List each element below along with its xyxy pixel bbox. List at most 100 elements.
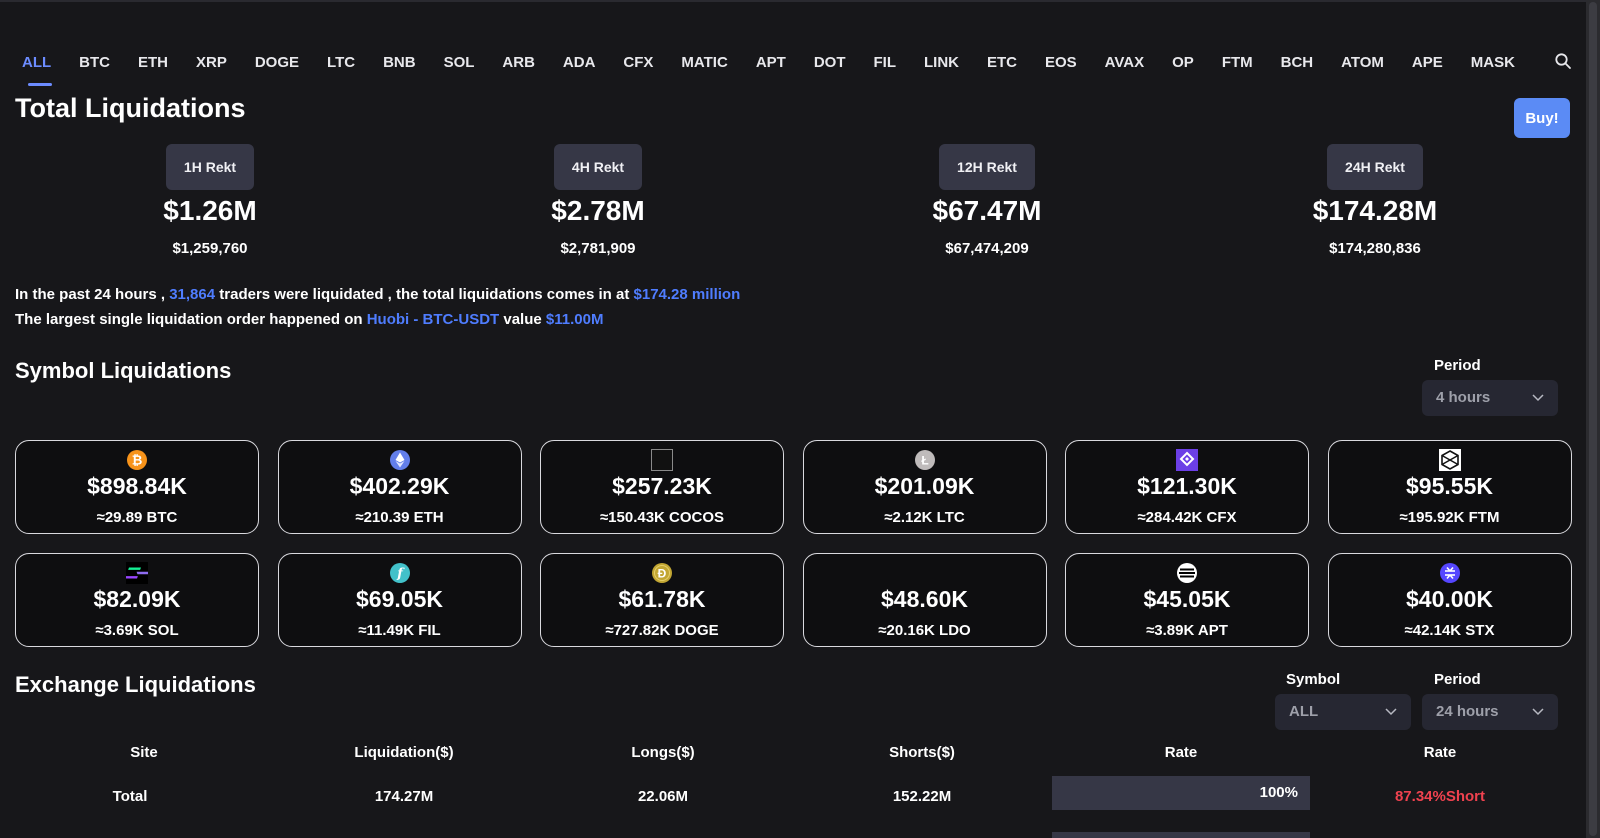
summary-text: value — [503, 311, 542, 328]
symbol-card[interactable]: Ł $201.09K ≈2.12K LTC — [802, 440, 1047, 534]
row-longs: 22.06M — [637, 788, 689, 805]
dogecoin-icon: Ð — [651, 562, 673, 584]
card-usd-value: $45.05K — [1143, 586, 1231, 612]
tab-fil[interactable]: FIL — [873, 50, 924, 90]
card-coin-amount: ≈284.42K CFX — [1137, 509, 1237, 526]
exchange-period-select[interactable]: 24 hours — [1422, 694, 1558, 730]
symbol-card[interactable]: $95.55K ≈195.92K FTM — [1327, 440, 1572, 534]
tab-link[interactable]: LINK — [924, 50, 987, 90]
card-coin-amount: ≈2.12K LTC — [884, 509, 965, 526]
symbol-card[interactable]: $48.60K ≈20.16K LDO — [802, 553, 1047, 647]
rekt-24h: 24H Rekt $174.28M $174,280,836 — [1255, 144, 1495, 257]
rekt-short-value: $2.78M — [551, 195, 645, 226]
row-shorts: 152.22M — [892, 788, 952, 805]
top-divider — [0, 0, 1600, 2]
tab-xrp[interactable]: XRP — [196, 50, 255, 90]
tab-matic[interactable]: MATIC — [681, 50, 755, 90]
exchange-liquidations-title: Exchange Liquidations — [15, 672, 256, 697]
tab-avax[interactable]: AVAX — [1105, 50, 1172, 90]
tab-arb[interactable]: ARB — [502, 50, 563, 90]
svg-text:₿: ₿ — [132, 453, 143, 468]
rekt-1h: 1H Rekt $1.26M $1,259,760 — [90, 144, 330, 257]
card-usd-value: $48.60K — [881, 586, 968, 612]
card-coin-amount: ≈195.92K FTM — [1399, 509, 1500, 526]
rekt-4h: 4H Rekt $2.78M $2,781,909 — [478, 144, 718, 257]
traders-count: 31,864 — [169, 286, 216, 303]
symbol-card[interactable]: Ð $61.78K ≈727.82K DOGE — [540, 553, 784, 647]
rekt-badge[interactable]: 1H Rekt — [165, 144, 255, 190]
card-usd-value: $95.55K — [1406, 473, 1493, 499]
rekt-badge[interactable]: 24H Rekt — [1327, 144, 1423, 190]
tab-ada[interactable]: ADA — [563, 50, 624, 90]
chevron-down-icon — [1532, 708, 1544, 716]
symbol-card[interactable]: ₿ $898.84K ≈29.89 BTC — [15, 440, 259, 534]
symbol-card[interactable]: $402.29K ≈210.39 ETH — [277, 440, 522, 534]
rekt-full-value: $67,474,209 — [945, 240, 1029, 257]
largest-order-site-link[interactable]: Huobi - BTC-USDT — [367, 311, 499, 328]
bitcoin-icon: ₿ — [126, 449, 148, 471]
buy-button[interactable]: Buy! — [1514, 98, 1570, 138]
column-header-site: Site — [130, 744, 158, 761]
page-scrollbar[interactable] — [1586, 0, 1600, 838]
symbol-card[interactable]: f $69.05K ≈11.49K FIL — [277, 553, 522, 647]
tab-all[interactable]: ALL — [22, 50, 79, 90]
tab-eth[interactable]: ETH — [138, 50, 196, 90]
tab-apt[interactable]: APT — [756, 50, 814, 90]
search-icon[interactable] — [1554, 52, 1572, 70]
card-usd-value: $121.30K — [1137, 473, 1237, 499]
card-coin-amount: ≈3.89K APT — [1146, 622, 1228, 639]
symbol-card[interactable]: $40.00K ≈42.14K STX — [1327, 553, 1572, 647]
symbol-card[interactable]: $257.23K ≈150.43K COCOS — [540, 440, 784, 534]
symbol-card[interactable]: $121.30K ≈284.42K CFX — [1065, 440, 1309, 534]
rekt-badge[interactable]: 4H Rekt — [553, 144, 643, 190]
symbol-period-select[interactable]: 4 hours — [1422, 380, 1558, 416]
column-header-rate: Rate — [1423, 744, 1457, 761]
short-rate: 87.34%Short — [1394, 788, 1486, 805]
card-coin-amount: ≈29.89 BTC — [96, 509, 178, 526]
rekt-badge[interactable]: 12H Rekt — [939, 144, 1035, 190]
summary-text: In the past 24 hours , — [15, 286, 166, 303]
tab-mask[interactable]: MASK — [1471, 50, 1543, 90]
tab-sol[interactable]: SOL — [444, 50, 503, 90]
card-usd-value: $61.78K — [618, 586, 706, 612]
tab-etc[interactable]: ETC — [987, 50, 1045, 90]
tab-btc[interactable]: BTC — [79, 50, 138, 90]
exchange-symbol-select[interactable]: ALL — [1275, 694, 1411, 730]
solana-icon — [124, 562, 150, 584]
tab-atom[interactable]: ATOM — [1341, 50, 1412, 90]
rekt-short-value: $1.26M — [163, 195, 257, 226]
symbol-card[interactable]: $82.09K ≈3.69K SOL — [15, 553, 259, 647]
symbol-card[interactable]: $45.05K ≈3.89K APT — [1065, 553, 1309, 647]
scrollbar-thumb[interactable] — [1589, 2, 1597, 836]
period-label: Period — [1434, 357, 1481, 374]
next-row-rate-bar — [1052, 832, 1310, 838]
tab-eos[interactable]: EOS — [1045, 50, 1105, 90]
filecoin-icon: f — [389, 562, 411, 584]
tab-bch[interactable]: BCH — [1281, 50, 1342, 90]
summary-line-2: The largest single liquidation order hap… — [15, 307, 740, 332]
ethereum-icon — [389, 449, 411, 471]
period-label: Period — [1434, 671, 1481, 688]
symbol-label: Symbol — [1286, 671, 1341, 688]
rekt-short-value: $174.28M — [1312, 195, 1438, 226]
total-liquidation-amount: $174.28 million — [633, 286, 741, 303]
tab-ltc[interactable]: LTC — [327, 50, 383, 90]
summary-text: traders were liquidated , the total liqu… — [219, 286, 630, 303]
chevron-down-icon — [1532, 394, 1544, 402]
liquidation-summary: In the past 24 hours , 31,864 traders we… — [15, 282, 740, 332]
tab-ftm[interactable]: FTM — [1222, 50, 1281, 90]
tab-cfx[interactable]: CFX — [623, 50, 681, 90]
card-usd-value: $898.84K — [87, 473, 187, 499]
card-coin-amount: ≈42.14K STX — [1404, 622, 1495, 639]
card-coin-amount: ≈150.43K COCOS — [599, 509, 725, 526]
card-usd-value: $69.05K — [356, 586, 443, 612]
tab-doge[interactable]: DOGE — [255, 50, 327, 90]
tab-bnb[interactable]: BNB — [383, 50, 444, 90]
tab-dot[interactable]: DOT — [814, 50, 874, 90]
card-usd-value: $40.00K — [1406, 586, 1493, 612]
rekt-full-value: $2,781,909 — [560, 240, 636, 257]
tab-op[interactable]: OP — [1172, 50, 1222, 90]
svg-text:Ð: Ð — [658, 567, 667, 581]
row-liquidation: 174.27M — [374, 788, 434, 805]
tab-ape[interactable]: APE — [1412, 50, 1471, 90]
